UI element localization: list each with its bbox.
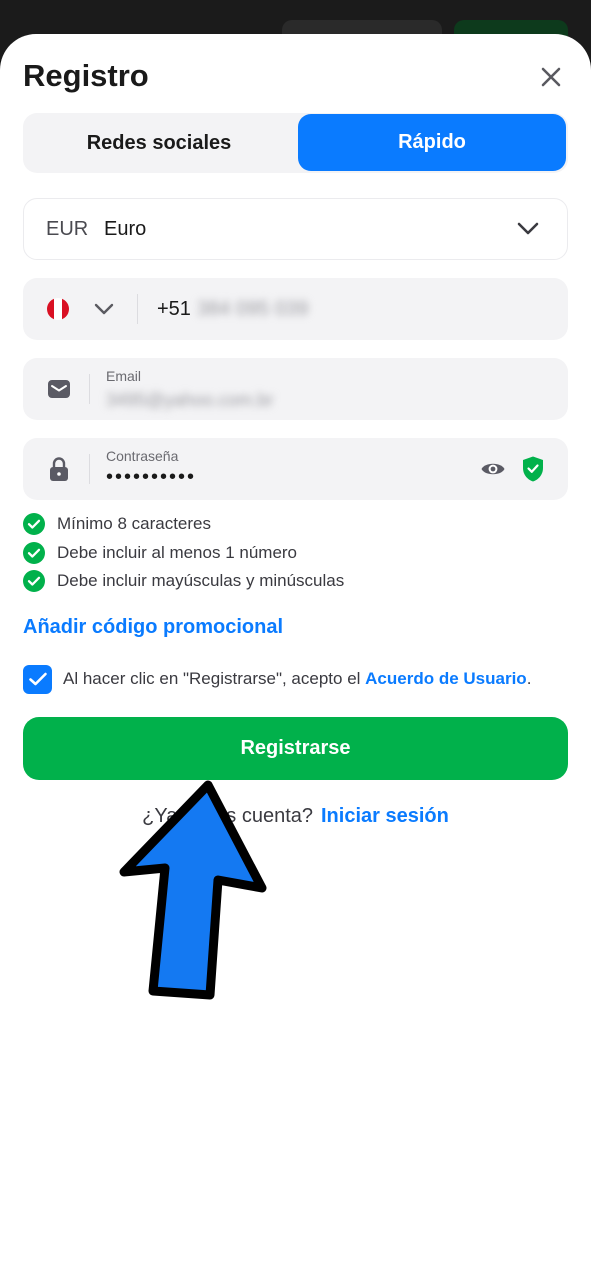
rule-text: Debe incluir al menos 1 número: [57, 542, 298, 562]
shield-check-icon: [523, 456, 543, 482]
pointer-arrow-icon: [119, 780, 267, 1000]
login-prompt: ¿Ya tienes cuenta?Iniciar sesión: [0, 805, 591, 828]
check-circle-icon: [23, 513, 45, 536]
rule-item: Debe incluir mayúsculas y minúsculas: [23, 567, 344, 596]
registration-tabs: Redes sociales Rápido: [23, 113, 568, 173]
email-field[interactable]: Email 3495@yahoo.com.br: [23, 358, 568, 420]
chevron-down-icon[interactable]: [93, 300, 115, 318]
register-button[interactable]: Registrarse: [23, 717, 568, 780]
rule-item: Debe incluir al menos 1 número: [23, 539, 344, 568]
registration-sheet: Registro Redes sociales Rápido EUR Euro …: [0, 34, 591, 1280]
check-icon: [28, 672, 47, 686]
email-label: Email: [106, 368, 142, 384]
chevron-down-icon: [517, 222, 539, 235]
field-divider: [89, 374, 90, 404]
check-circle-icon: [23, 541, 45, 564]
field-divider: [89, 454, 90, 484]
user-agreement: Al hacer clic en "Registrarse", acepto e…: [23, 664, 531, 694]
currency-name: Euro: [104, 218, 147, 240]
password-field[interactable]: Contraseña ••••••••••: [23, 438, 568, 500]
currency-code: EUR: [46, 218, 89, 240]
sheet-title: Registro: [23, 58, 149, 93]
mail-icon: [48, 380, 70, 398]
lock-icon: [50, 457, 68, 481]
login-link[interactable]: Iniciar sesión: [321, 805, 449, 827]
promo-code-link[interactable]: Añadir código promocional: [23, 616, 283, 639]
rule-item: Mínimo 8 caracteres: [23, 510, 344, 539]
agreement-checkbox[interactable]: [23, 664, 52, 694]
tab-social[interactable]: Redes sociales: [23, 113, 295, 173]
phone-country-code: +51: [157, 298, 191, 320]
phone-field[interactable]: +51 384 095 039: [23, 278, 568, 340]
password-label: Contraseña: [106, 448, 179, 464]
field-divider: [137, 294, 138, 324]
check-circle-icon: [23, 570, 45, 593]
agreement-suffix: .: [526, 669, 532, 688]
eye-icon[interactable]: [480, 457, 506, 481]
email-input[interactable]: 3495@yahoo.com.br: [106, 390, 273, 411]
close-icon[interactable]: [536, 62, 566, 92]
agreement-label: Al hacer clic en "Registrarse", acepto e…: [63, 669, 366, 688]
password-rules: Mínimo 8 caracteres Debe incluir al meno…: [23, 510, 344, 596]
rule-text: Mínimo 8 caracteres: [57, 514, 211, 534]
password-input[interactable]: ••••••••••: [106, 466, 196, 489]
tab-quick[interactable]: Rápido: [298, 114, 566, 171]
peru-flag-icon[interactable]: [47, 298, 69, 320]
agreement-text: Al hacer clic en "Registrarse", acepto e…: [63, 669, 531, 689]
phone-number-input[interactable]: 384 095 039: [197, 298, 308, 321]
rule-text: Debe incluir mayúsculas y minúsculas: [57, 571, 345, 591]
user-agreement-link[interactable]: Acuerdo de Usuario: [365, 669, 527, 688]
currency-select[interactable]: EUR Euro: [23, 198, 568, 260]
